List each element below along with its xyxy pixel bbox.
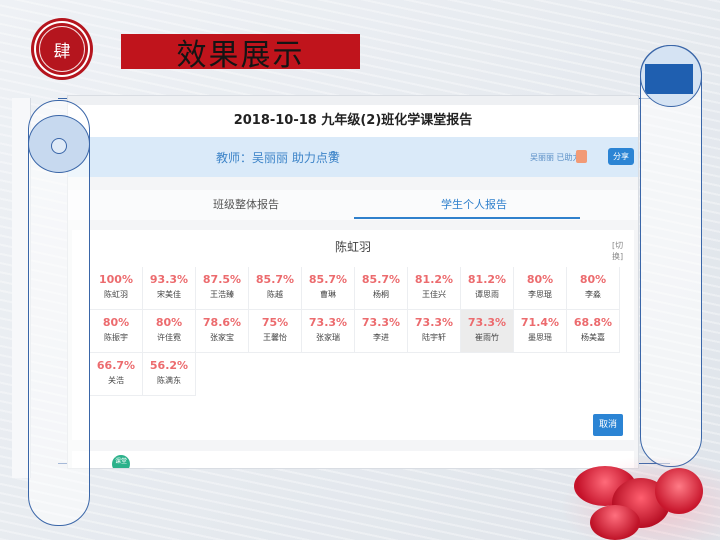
student-label: 宋美佳 (157, 290, 181, 299)
student-score-cell[interactable]: 73.3% 张家瑞 (302, 310, 355, 353)
score-percent: 93.3% (149, 273, 189, 286)
student-score-cell[interactable]: 73.3% 李进 (355, 310, 408, 353)
section-badge: 肆 (34, 21, 90, 77)
umbrella-decoration (655, 468, 703, 514)
scroll-knob-left (28, 115, 90, 173)
student-score-cell[interactable]: 81.2% 王佳兴 (408, 267, 461, 310)
share-button[interactable]: 分享 (608, 148, 634, 165)
student-label: 杨桐 (373, 290, 389, 299)
student-label: 张家宝 (210, 333, 234, 342)
student-score-cell[interactable]: 80% 李淼 (567, 267, 620, 310)
score-percent: 73.3% (361, 316, 401, 329)
bottom-strip (72, 451, 634, 468)
student-label: 杨美嘉 (581, 333, 605, 342)
window-top-strip (68, 96, 638, 105)
student-score-cell[interactable]: 93.3% 宋美佳 (143, 267, 196, 310)
student-label: 王馨怡 (263, 333, 287, 342)
student-label: 曹琳 (320, 290, 336, 299)
student-label: 李进 (373, 333, 389, 342)
student-score-cell[interactable]: 85.7% 杨桐 (355, 267, 408, 310)
score-percent: 80% (102, 316, 130, 329)
student-label: 陈振宇 (104, 333, 128, 342)
student-label: 墨思瑶 (528, 333, 552, 342)
student-label: 谭思雨 (475, 290, 499, 299)
student-score-cell[interactable]: 56.2% 陈满东 (143, 353, 196, 396)
app-window: 2018-10-18 九年级(2)班化学课堂报告 教师：吴丽丽 助力点赞 1 吴… (68, 96, 638, 468)
student-score-cell[interactable]: 80% 许佳霓 (143, 310, 196, 353)
score-percent: 73.3% (467, 316, 507, 329)
student-label: 李淼 (585, 290, 601, 299)
student-score-cell[interactable]: 73.3% 崔雨竹 (461, 310, 514, 353)
student-label: 王佳兴 (422, 290, 446, 299)
score-percent: 73.3% (414, 316, 454, 329)
report-title: 2018-10-18 九年级(2)班化学课堂报告 (68, 105, 638, 137)
teacher-info: 教师：吴丽丽 助力点赞 (216, 151, 340, 165)
student-label: 陆宇轩 (422, 333, 446, 342)
student-score-cell[interactable]: 100% 陈虹羽 (90, 267, 143, 310)
score-percent: 85.7% (361, 273, 401, 286)
student-label: 陈虹羽 (104, 290, 128, 299)
knob-blue-fill (645, 64, 693, 94)
student-label: 陈满东 (157, 376, 181, 385)
umbrella-decoration (590, 505, 640, 540)
active-tab-indicator (354, 217, 580, 219)
student-score-cell[interactable]: 71.4% 墨思瑶 (514, 310, 567, 353)
switch-link[interactable]: [切换] (612, 240, 634, 262)
student-label: 陈越 (267, 290, 283, 299)
score-percent: 68.8% (573, 316, 613, 329)
score-percent: 80% (579, 273, 607, 286)
scroll-rod-right (640, 45, 702, 467)
like-count: 1 (330, 149, 338, 163)
student-score-cell[interactable]: 66.7% 关浩 (90, 353, 143, 396)
score-percent: 80% (155, 316, 183, 329)
student-label: 李思琨 (528, 290, 552, 299)
score-percent: 81.2% (414, 273, 454, 286)
student-name: 陈虹羽 (334, 240, 371, 254)
score-percent: 73.3% (308, 316, 348, 329)
student-score-cell[interactable]: 73.3% 陆宇轩 (408, 310, 461, 353)
student-label: 关浩 (108, 376, 124, 385)
teacher-bar: 教师：吴丽丽 助力点赞 1 吴丽丽 已助力 分享 (68, 137, 638, 177)
score-percent: 78.6% (202, 316, 242, 329)
tab-student-report[interactable]: 学生个人报告 (441, 196, 507, 212)
score-percent: 75% (261, 316, 289, 329)
class-tag[interactable]: 课堂 (112, 455, 130, 468)
score-percent: 80% (526, 273, 554, 286)
gift-icon (576, 150, 587, 163)
student-score-cell[interactable]: 85.7% 曹琳 (302, 267, 355, 310)
score-percent: 85.7% (308, 273, 348, 286)
scroll-knob-right (640, 45, 702, 107)
student-label: 崔雨竹 (475, 333, 499, 342)
score-percent: 71.4% (520, 316, 560, 329)
student-score-cell[interactable]: 81.2% 谭思雨 (461, 267, 514, 310)
tab-class-report[interactable]: 班级整体报告 (213, 196, 279, 212)
score-percent: 100% (99, 273, 133, 286)
score-percent: 56.2% (149, 359, 189, 372)
student-label: 王浩臻 (210, 290, 234, 299)
score-percent: 81.2% (467, 273, 507, 286)
student-score-cell[interactable]: 87.5% 王浩臻 (196, 267, 249, 310)
report-tabs: 班级整体报告 学生个人报告 (68, 190, 638, 220)
student-label: 张家瑞 (316, 333, 340, 342)
student-score-cell[interactable]: 78.6% 张家宝 (196, 310, 249, 353)
student-score-cell[interactable]: 68.8% 杨美嘉 (567, 310, 620, 353)
score-percent: 66.7% (96, 359, 136, 372)
student-score-cell[interactable]: 85.7% 陈越 (249, 267, 302, 310)
helped-status: 吴丽丽 已助力 (530, 153, 581, 162)
cancel-button[interactable]: 取消 (593, 414, 623, 436)
student-score-cell[interactable]: 80% 李思琨 (514, 267, 567, 310)
student-label: 许佳霓 (157, 333, 181, 342)
score-percent: 85.7% (255, 273, 295, 286)
student-panel: 陈虹羽 [切换] 100% 陈虹羽 93.3% 宋美佳 87.5% 王浩臻 85.7% 陈越 8… (72, 230, 634, 440)
student-score-cell[interactable]: 80% 陈振宇 (90, 310, 143, 353)
knob-center (51, 138, 67, 154)
slide-title: 效果展示 (121, 34, 360, 73)
student-score-cell[interactable]: 75% 王馨怡 (249, 310, 302, 353)
score-percent: 87.5% (202, 273, 242, 286)
badge-ring (39, 26, 85, 72)
